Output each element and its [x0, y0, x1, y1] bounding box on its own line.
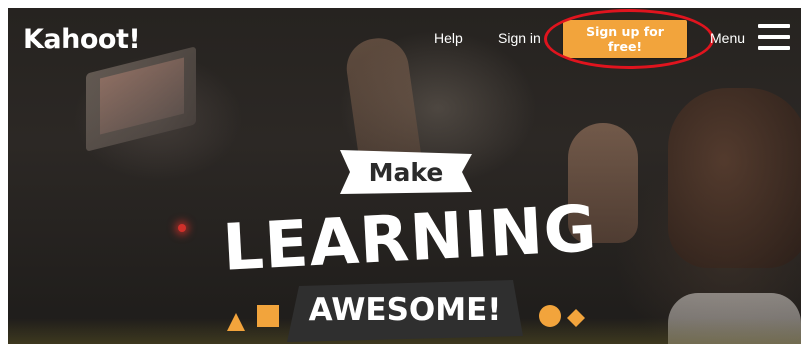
headline-awesome: AWESOME!	[308, 292, 502, 328]
menu-label[interactable]: Menu	[710, 30, 745, 46]
background-student	[668, 88, 801, 268]
sign-in-link[interactable]: Sign in	[498, 30, 541, 46]
hamburger-menu-icon[interactable]	[758, 24, 790, 50]
sign-up-button[interactable]: Sign up for free!	[563, 20, 687, 58]
square-icon	[257, 305, 279, 327]
background-red-light	[178, 224, 186, 232]
make-banner: Make	[340, 148, 472, 196]
headline-make: Make	[368, 157, 444, 187]
diamond-icon	[567, 309, 585, 327]
triangle-icon	[227, 313, 245, 331]
help-link[interactable]: Help	[434, 30, 463, 46]
circle-icon	[539, 305, 561, 327]
awesome-banner: AWESOME!	[287, 280, 523, 344]
kahoot-logo[interactable]: Kahoot!	[23, 24, 141, 55]
